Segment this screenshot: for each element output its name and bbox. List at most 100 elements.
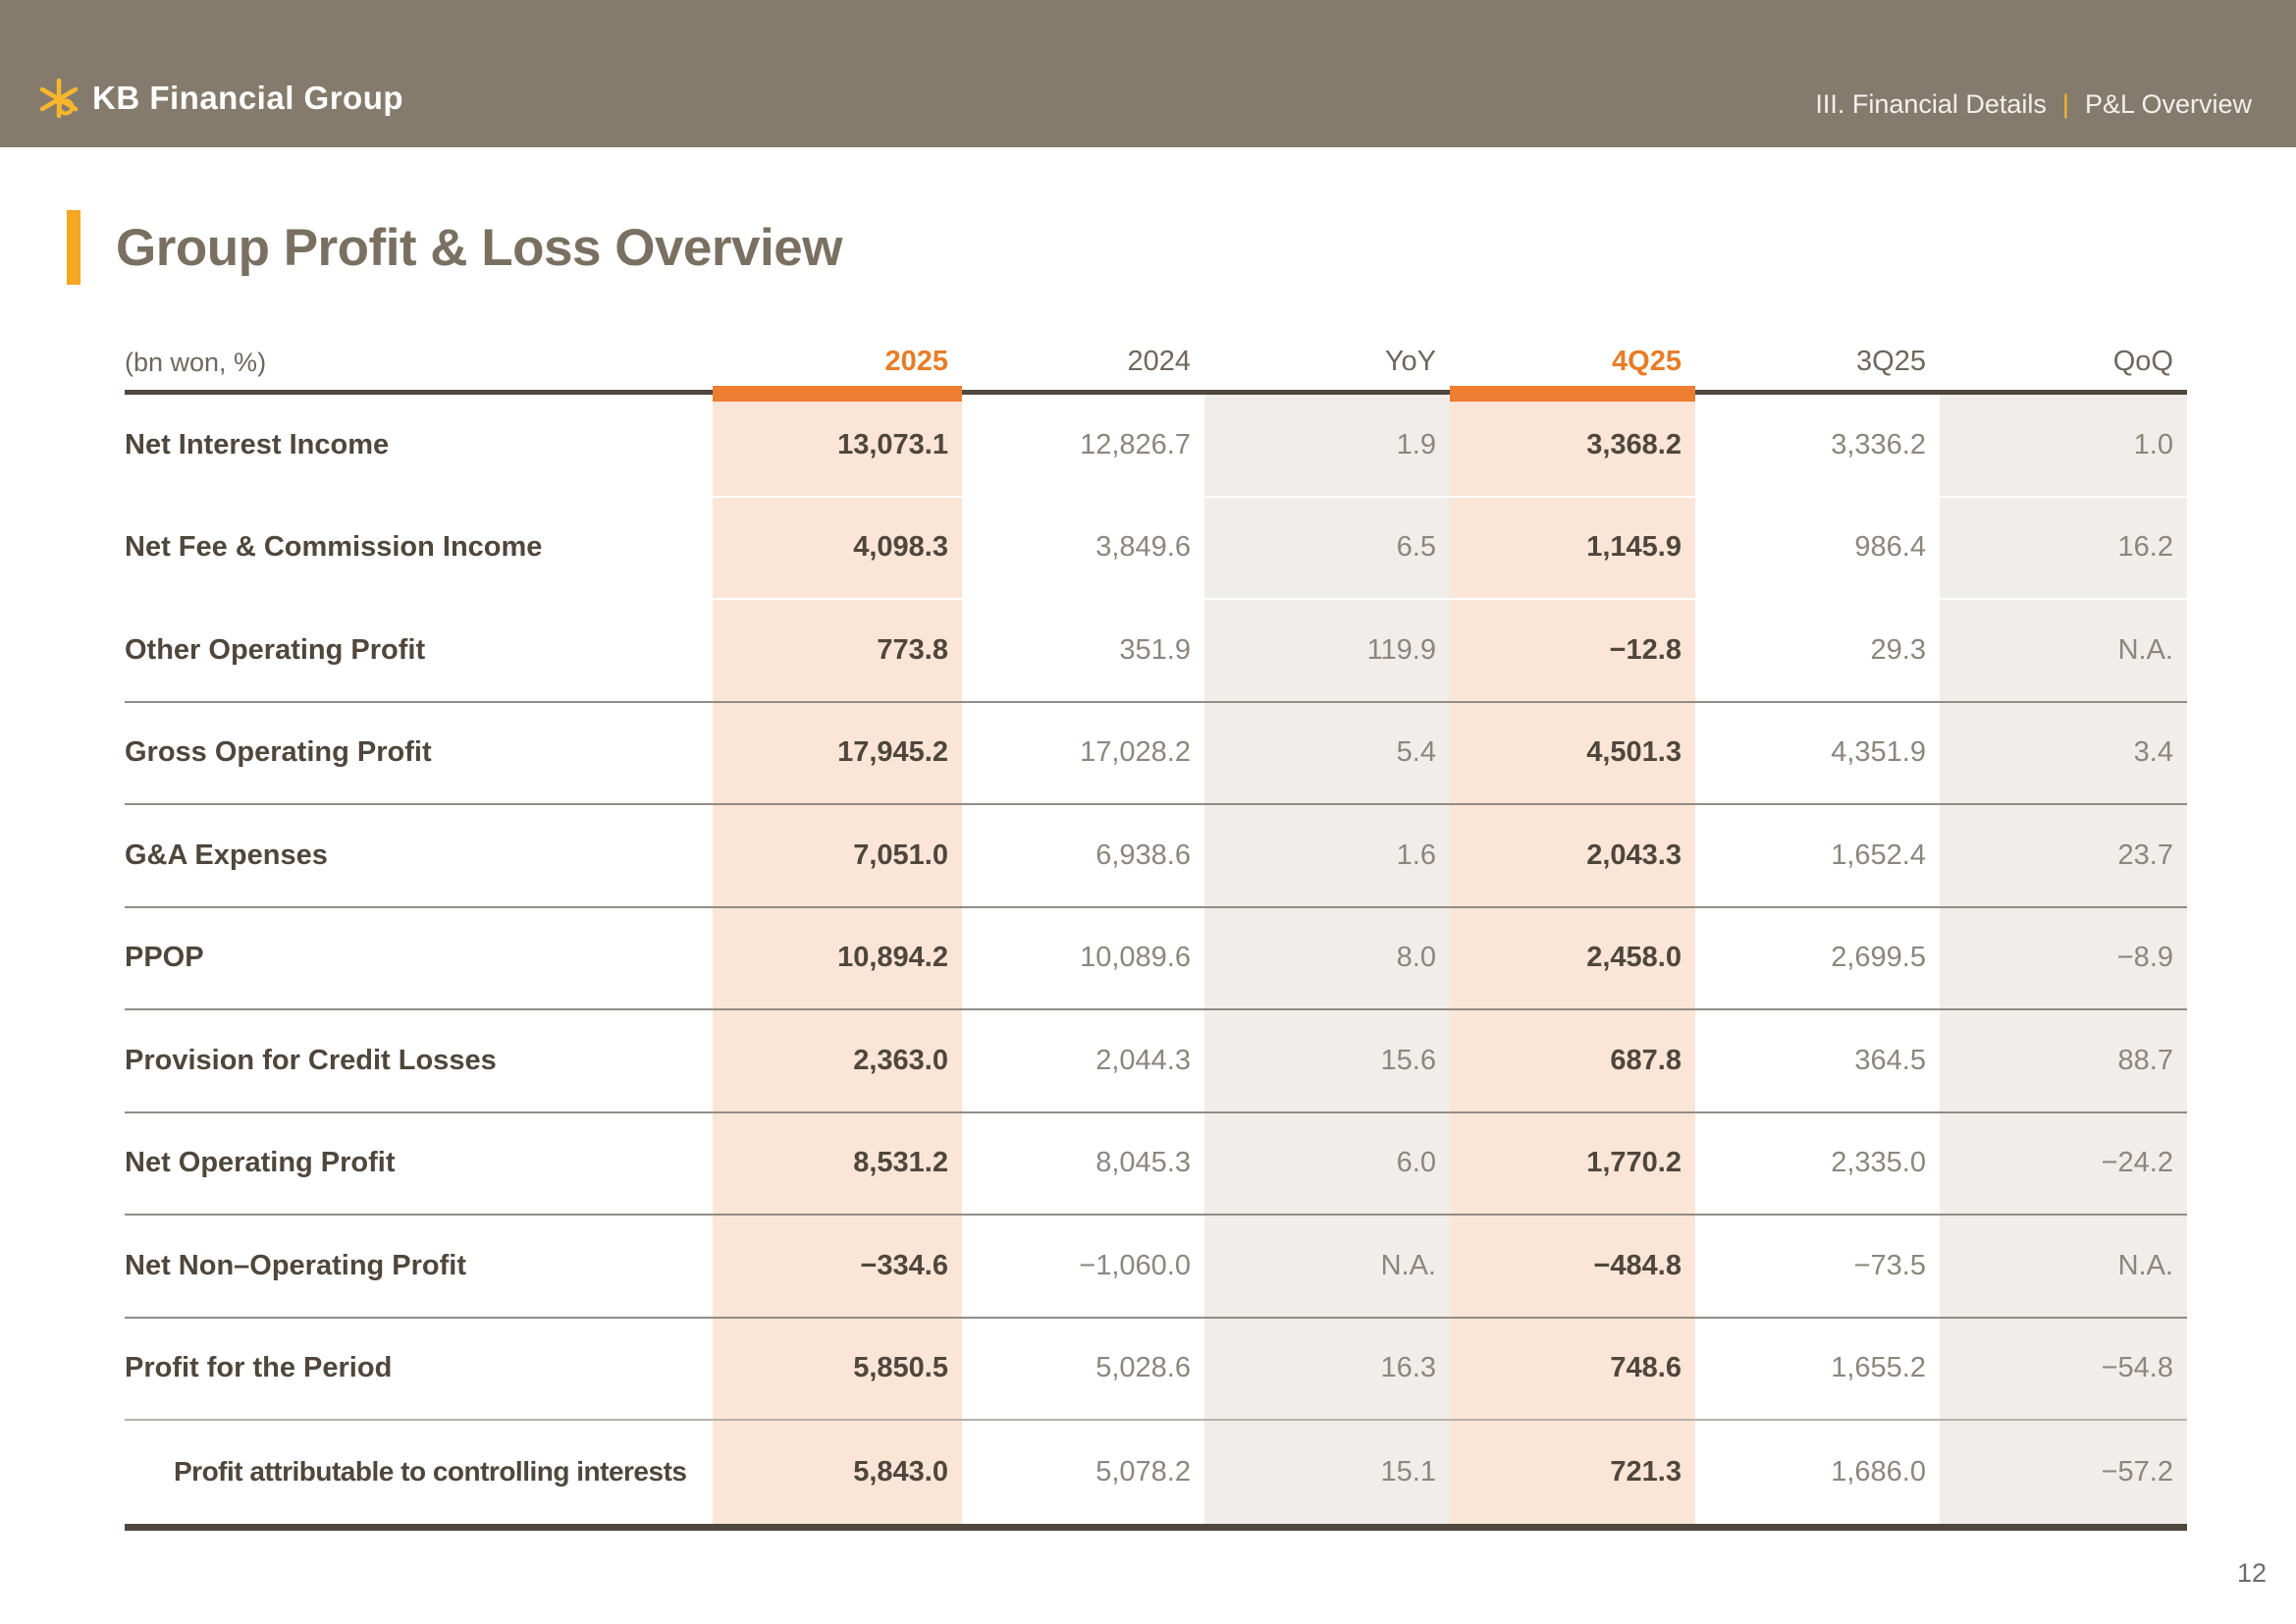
cell-value: 1.9 [1204,395,1450,496]
cell-value: −54.8 [1940,1319,2187,1420]
table-row: Profit for the Period5,850.55,028.616.37… [125,1319,2187,1422]
cell-value: 2,044.3 [962,1010,1204,1111]
cell-value: −1,060.0 [962,1216,1204,1317]
cell-value: 1,655.2 [1695,1319,1940,1420]
cell-value: 2,699.5 [1695,908,1940,1009]
cell-value: 5,078.2 [962,1421,1204,1524]
cell-value: −334.6 [713,1216,962,1317]
cell-value: 6.0 [1204,1113,1450,1215]
cell-value: 2,458.0 [1450,908,1695,1009]
table-row: G&A Expenses7,051.06,938.61.62,043.31,65… [125,805,2187,908]
unit-label: (bn won, %) [125,348,713,390]
cell-value: 29.3 [1695,600,1940,701]
cell-value: 15.6 [1204,1010,1450,1111]
column-header-yoy: YoY [1204,346,1450,390]
cell-value: −8.9 [1940,908,2187,1009]
row-label: Gross Operating Profit [125,703,713,804]
cell-value: −484.8 [1450,1216,1695,1317]
cell-value: 748.6 [1450,1319,1695,1420]
table-row: Net Interest Income13,073.112,826.71.93,… [125,395,2187,498]
cell-value: 23.7 [1940,805,2187,906]
column-header-3q25: 3Q25 [1695,346,1940,390]
cell-value: −73.5 [1695,1216,1940,1317]
cell-value: 2,043.3 [1450,805,1695,906]
cell-value: 8,531.2 [713,1113,962,1215]
row-label: G&A Expenses [125,805,713,906]
cell-value: 4,098.3 [713,498,962,599]
cell-value: 5,850.5 [713,1319,962,1420]
table-row: Net Operating Profit8,531.28,045.36.01,7… [125,1113,2187,1217]
table-row: Provision for Credit Losses2,363.02,044.… [125,1010,2187,1113]
cell-value: 364.5 [1695,1010,1940,1111]
table-row: PPOP10,894.210,089.68.02,458.02,699.5−8.… [125,908,2187,1011]
cell-value: 3,336.2 [1695,395,1940,496]
cell-value: 4,351.9 [1695,703,1940,804]
cell-value: 1,652.4 [1695,805,1940,906]
highlight-bar-2025 [713,386,962,402]
row-label: Net Interest Income [125,395,713,496]
cell-value: 16.2 [1940,498,2187,599]
row-label: Net Fee & Commission Income [125,498,713,599]
pnl-table: (bn won, %) 2025 2024 YoY 4Q25 3Q25 QoQ … [125,327,2187,1531]
table-row: Net Non–Operating Profit−334.6−1,060.0N.… [125,1216,2187,1319]
table-row: Gross Operating Profit17,945.217,028.25.… [125,703,2187,806]
row-label: Net Non–Operating Profit [125,1216,713,1317]
slide: KB Financial Group III. Financial Detail… [0,0,2296,1624]
row-label: PPOP [125,908,713,1009]
column-header-2025: 2025 [713,346,962,390]
cell-value: 6,938.6 [962,805,1204,906]
page-number: 12 [2237,1558,2267,1589]
cell-value: 2,335.0 [1695,1113,1940,1215]
cell-value: 773.8 [713,600,962,701]
cell-value: 5.4 [1204,703,1450,804]
cell-value: N.A. [1204,1216,1450,1317]
breadcrumb-divider: | [2062,89,2069,120]
cell-value: −12.8 [1450,600,1695,701]
cell-value: 986.4 [1695,498,1940,599]
row-label: Other Operating Profit [125,600,713,701]
cell-value: 7,051.0 [713,805,962,906]
title-accent-bar [67,210,80,285]
column-header-4q25: 4Q25 [1450,346,1695,390]
cell-value: 17,028.2 [962,703,1204,804]
cell-value: −24.2 [1940,1113,2187,1215]
cell-value: 5,028.6 [962,1319,1204,1420]
cell-value: 1.0 [1940,395,2187,496]
kb-star-icon [37,77,80,120]
breadcrumb-page: P&L Overview [2085,89,2252,120]
row-label: Net Operating Profit [125,1113,713,1215]
cell-value: 10,089.6 [962,908,1204,1009]
table-row: Profit attributable to controlling inter… [125,1421,2187,1524]
cell-value: 3.4 [1940,703,2187,804]
breadcrumb: III. Financial Details | P&L Overview [1815,89,2252,120]
cell-value: 1.6 [1204,805,1450,906]
cell-value: 4,501.3 [1450,703,1695,804]
cell-value: 687.8 [1450,1010,1695,1111]
page-title: Group Profit & Loss Overview [116,218,842,278]
cell-value: 1,770.2 [1450,1113,1695,1215]
cell-value: 6.5 [1204,498,1450,599]
breadcrumb-section: III. Financial Details [1815,89,2047,120]
cell-value: 88.7 [1940,1010,2187,1111]
column-header-2024: 2024 [962,346,1204,390]
row-label: Profit for the Period [125,1319,713,1420]
cell-value: 17,945.2 [713,703,962,804]
row-label: Provision for Credit Losses [125,1010,713,1111]
table-row: Other Operating Profit773.8351.9119.9−12… [125,600,2187,703]
table-row: Net Fee & Commission Income4,098.33,849.… [125,498,2187,601]
cell-value: 3,849.6 [962,498,1204,599]
cell-value: 351.9 [962,600,1204,701]
top-bar: KB Financial Group III. Financial Detail… [0,0,2296,147]
cell-value: 10,894.2 [713,908,962,1009]
table-body: Net Interest Income13,073.112,826.71.93,… [125,395,2187,1531]
cell-value: 15.1 [1204,1421,1450,1524]
highlight-bar-4q25 [1450,386,1695,402]
cell-value: N.A. [1940,600,2187,701]
cell-value: 13,073.1 [713,395,962,496]
row-label: Profit attributable to controlling inter… [125,1421,713,1524]
brand: KB Financial Group [37,77,403,120]
cell-value: 8.0 [1204,908,1450,1009]
cell-value: 119.9 [1204,600,1450,701]
title-row: Group Profit & Loss Overview [67,210,842,285]
cell-value: N.A. [1940,1216,2187,1317]
